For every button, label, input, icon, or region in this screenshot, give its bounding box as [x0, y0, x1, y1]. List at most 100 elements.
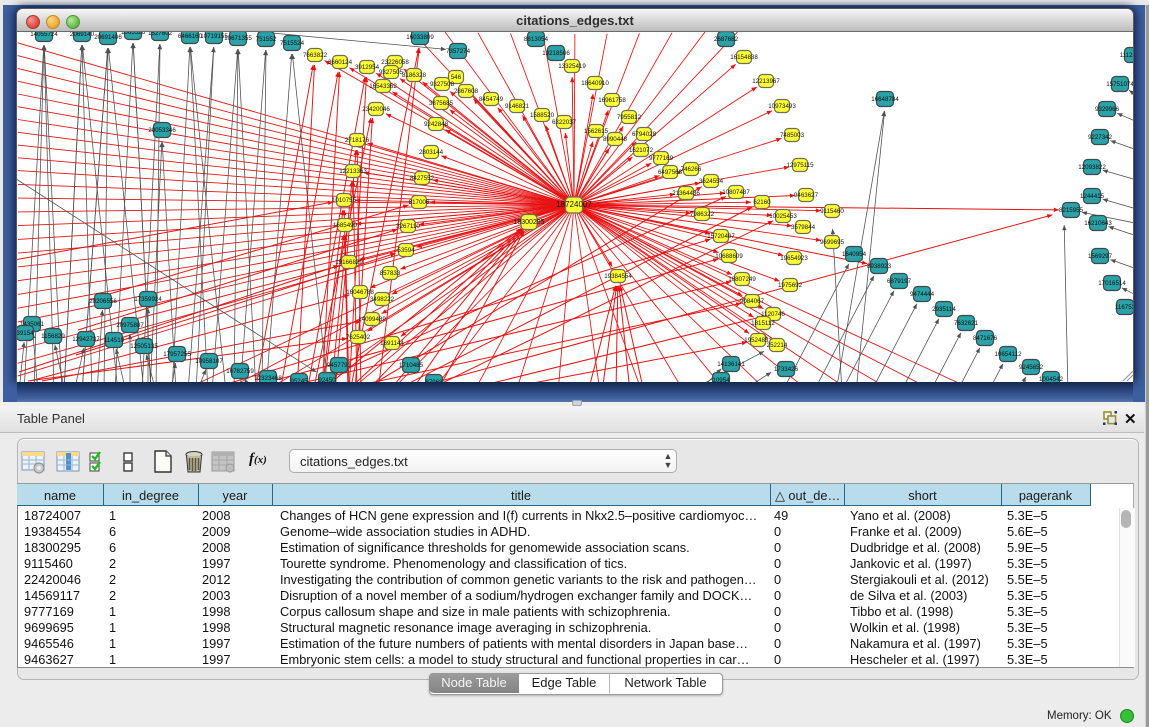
- svg-text:746266: 746266: [681, 166, 702, 173]
- svg-text:9777169: 9777169: [649, 155, 674, 162]
- svg-text:8471676: 8471676: [973, 335, 998, 342]
- svg-text:1569297: 1569297: [1088, 253, 1113, 260]
- svg-text:8427552: 8427552: [410, 175, 435, 182]
- svg-text:17016514: 17016514: [1098, 280, 1126, 287]
- svg-text:12942737: 12942737: [72, 336, 100, 343]
- svg-text:9327508: 9327508: [430, 81, 455, 88]
- svg-text:1010755: 1010755: [332, 197, 357, 204]
- svg-text:857833: 857833: [380, 270, 401, 277]
- svg-text:3875685: 3875685: [429, 100, 454, 107]
- svg-text:9115460: 9115460: [820, 208, 844, 215]
- svg-text:12093822: 12093822: [1078, 164, 1106, 171]
- svg-text:9242848: 9242848: [424, 121, 449, 128]
- svg-text:1685490: 1685490: [333, 222, 358, 229]
- svg-text:18807249: 18807249: [728, 276, 756, 283]
- svg-text:2069140: 2069140: [70, 31, 95, 38]
- svg-text:19384554: 19384554: [604, 273, 632, 280]
- svg-text:1621072: 1621072: [629, 147, 654, 154]
- svg-text:2867608: 2867608: [454, 88, 479, 95]
- svg-text:3660124: 3660124: [328, 59, 353, 66]
- svg-text:114519: 114519: [104, 337, 125, 344]
- svg-text:14099489: 14099489: [358, 316, 386, 323]
- svg-text:10025453: 10025453: [769, 213, 797, 220]
- svg-text:8938923: 8938923: [867, 263, 892, 270]
- svg-text:3579844: 3579844: [791, 224, 816, 231]
- svg-text:6466160: 6466160: [178, 33, 203, 40]
- svg-text:252214: 252214: [767, 342, 788, 349]
- svg-text:17359924: 17359924: [134, 296, 162, 303]
- svg-text:6879197: 6879197: [887, 278, 912, 285]
- svg-text:16648784: 16648784: [871, 96, 899, 103]
- svg-text:16046788: 16046788: [346, 289, 374, 296]
- svg-text:1710485: 1710485: [399, 362, 424, 369]
- svg-text:8454749: 8454749: [479, 96, 504, 103]
- svg-text:20206556: 20206556: [89, 298, 117, 305]
- svg-text:17957255: 17957255: [163, 351, 191, 358]
- svg-text:116753: 116753: [1115, 304, 1133, 311]
- svg-text:3498222: 3498222: [370, 296, 395, 303]
- svg-text:1588520: 1588520: [530, 112, 555, 119]
- svg-text:19654923: 19654923: [780, 255, 808, 262]
- svg-text:1562615: 1562615: [584, 128, 609, 135]
- svg-text:23420046: 23420046: [362, 106, 390, 113]
- svg-text:14055724: 14055724: [30, 31, 58, 38]
- svg-text:12975115: 12975115: [786, 162, 814, 169]
- svg-text:8990448: 8990448: [603, 136, 628, 143]
- svg-text:16543362: 16543362: [369, 83, 397, 90]
- svg-text:6794028: 6794028: [632, 131, 657, 138]
- svg-text:12213967: 12213967: [752, 78, 780, 85]
- svg-text:10671355: 10671355: [224, 35, 252, 42]
- svg-text:1815112: 1815112: [751, 320, 775, 327]
- svg-text:1640954: 1640954: [842, 251, 867, 258]
- svg-text:2718176: 2718176: [345, 137, 370, 144]
- svg-text:12213363: 12213363: [339, 168, 367, 175]
- svg-text:6497568: 6497568: [658, 169, 683, 176]
- svg-text:7515524: 7515524: [280, 40, 305, 47]
- svg-text:19166829: 19166829: [335, 259, 363, 266]
- svg-text:7625402: 7625402: [346, 334, 371, 341]
- svg-text:9474444: 9474444: [910, 291, 935, 298]
- svg-text:10688609: 10688609: [715, 253, 743, 260]
- svg-text:3267110: 3267110: [396, 223, 420, 230]
- svg-text:7357274: 7357274: [446, 48, 471, 55]
- svg-text:18724007: 18724007: [556, 200, 592, 209]
- svg-text:1691144: 1691144: [380, 340, 404, 347]
- svg-text:12505135: 12505135: [130, 343, 158, 350]
- svg-text:7955812: 7955812: [617, 114, 642, 121]
- svg-text:1244415: 1244415: [1080, 193, 1105, 200]
- svg-text:10973493: 10973493: [768, 103, 796, 110]
- svg-text:12323468: 12323468: [254, 375, 282, 382]
- svg-text:9084067: 9084067: [740, 298, 765, 305]
- svg-text:16961758: 16961758: [598, 97, 626, 104]
- svg-text:20975887: 20975887: [116, 322, 144, 329]
- svg-text:7632621: 7632621: [954, 320, 979, 327]
- svg-text:7986322: 7986322: [690, 211, 715, 218]
- svg-text:15751074: 15751074: [1106, 81, 1133, 88]
- svg-text:21364436: 21364436: [672, 190, 700, 197]
- svg-text:9227342: 9227342: [1088, 134, 1113, 141]
- svg-text:10654112: 10654112: [994, 351, 1022, 358]
- svg-text:10807487: 10807487: [722, 189, 750, 196]
- svg-text:3624554: 3624554: [699, 178, 724, 185]
- svg-text:16033809: 16033809: [406, 34, 434, 41]
- svg-text:9146821: 9146821: [505, 103, 530, 110]
- svg-text:9327505: 9327505: [379, 69, 404, 76]
- svg-text:16782759: 16782759: [226, 368, 254, 375]
- svg-text:2803144: 2803144: [419, 149, 444, 156]
- svg-text:3912954: 3912954: [355, 64, 380, 71]
- svg-text:2935114: 2935114: [932, 306, 956, 313]
- svg-text:18640910: 18640910: [581, 80, 609, 87]
- svg-text:8186328: 8186328: [402, 72, 427, 79]
- svg-text:20053346: 20053346: [148, 127, 176, 134]
- svg-text:546: 546: [451, 74, 462, 81]
- svg-text:8215955: 8215955: [1059, 207, 1084, 214]
- svg-text:10958107: 10958107: [195, 358, 223, 365]
- svg-text:18300295: 18300295: [513, 219, 544, 226]
- svg-text:16210643: 16210643: [1084, 220, 1112, 227]
- svg-text:1156829: 1156829: [41, 333, 65, 340]
- svg-text:9699695: 9699695: [820, 239, 845, 246]
- svg-text:9329966: 9329966: [1095, 106, 1120, 113]
- svg-text:7663822: 7663822: [303, 52, 328, 59]
- svg-text:817006: 817006: [409, 199, 430, 206]
- svg-text:14136141: 14136141: [717, 361, 745, 368]
